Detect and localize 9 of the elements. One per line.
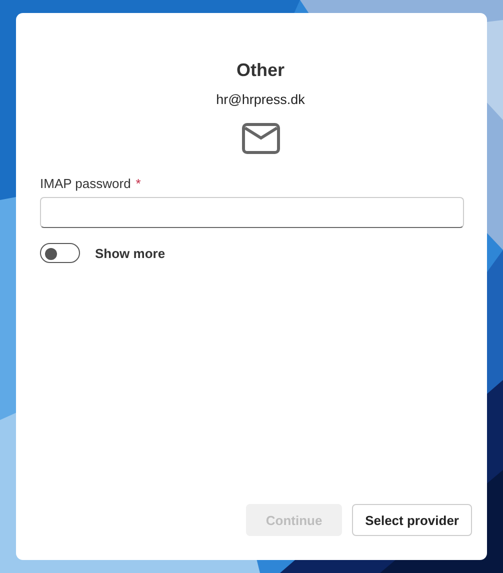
dialog-title: Other — [235, 60, 286, 81]
required-mark: * — [136, 176, 141, 191]
toggle-label: Show more — [95, 246, 166, 260]
password-field[interactable] — [40, 197, 464, 228]
email-address: hr@hrpress.dk — [215, 92, 306, 107]
mail-icon — [242, 123, 280, 154]
field-label: IMAP password — [40, 176, 131, 191]
toggle-switch[interactable] — [40, 243, 80, 263]
dialog-button[interactable]: Select provider — [352, 504, 472, 536]
